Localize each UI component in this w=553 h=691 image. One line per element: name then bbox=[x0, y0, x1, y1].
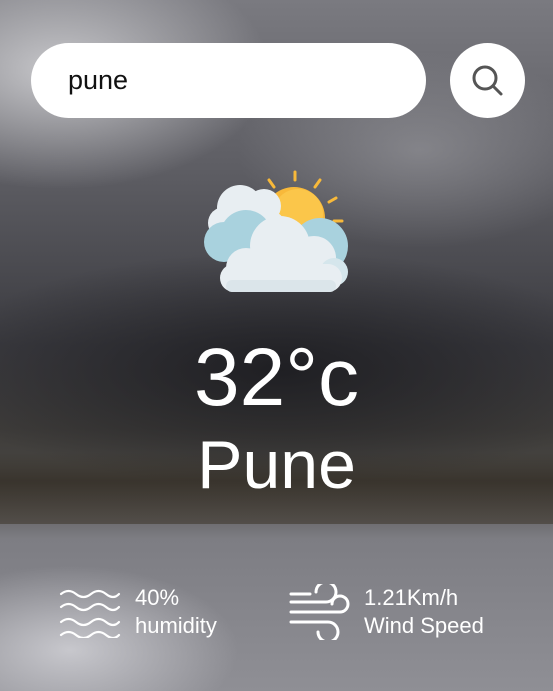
wind-icon bbox=[289, 584, 350, 640]
humidity-stat: 40% humidity bbox=[59, 584, 217, 640]
search-input[interactable] bbox=[31, 43, 426, 118]
humidity-value: 40% bbox=[135, 585, 180, 610]
wind-speed-value: 1.21Km/h bbox=[364, 585, 459, 610]
humidity-label: humidity bbox=[135, 613, 217, 638]
sun-behind-clouds-icon bbox=[204, 170, 348, 292]
search-icon bbox=[472, 65, 502, 95]
wind-stat: 1.21Km/h Wind Speed bbox=[288, 584, 484, 640]
city-name: Pune bbox=[197, 427, 356, 503]
waves-icon bbox=[59, 589, 121, 638]
temperature-value: 32°c bbox=[193, 332, 359, 423]
search-button[interactable] bbox=[450, 43, 525, 118]
wind-speed-label: Wind Speed bbox=[364, 613, 484, 638]
